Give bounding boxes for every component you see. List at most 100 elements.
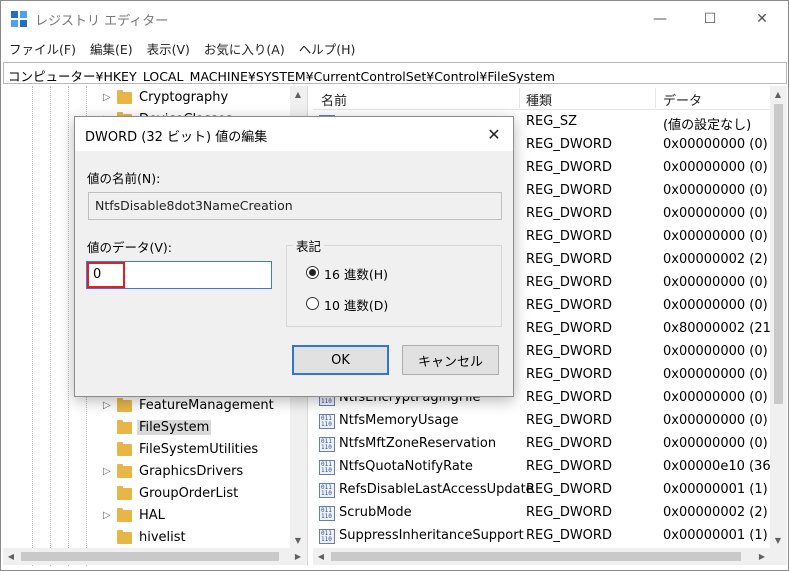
column-separator[interactable] (655, 88, 656, 108)
list-item[interactable]: 011 110 NtfsQuotaNotifyRate REG_DWORD 0x000… (313, 456, 779, 479)
menu-file[interactable]: ファイル(F) (9, 37, 76, 59)
list-item[interactable]: 011 110 RefsDisableLastAccessUpdate REG_DW… (313, 479, 771, 502)
value-data: 0x00000000 (0) (663, 275, 768, 290)
binary-value-icon: 011 110 (319, 437, 335, 452)
close-button[interactable]: ✕ (739, 1, 785, 37)
scroll-left-icon[interactable]: ◀ (3, 548, 19, 564)
folder-icon (117, 508, 132, 522)
binary-value-icon: 011 110 (319, 529, 335, 544)
tree-item-label: Cryptography (139, 90, 229, 105)
value-name: NtfsMftZoneReservation (339, 436, 497, 451)
list-item[interactable]: 011 110 ScrubMode REG_DWORD 0x00000002 (2) (313, 502, 771, 525)
chevron-right-icon[interactable]: ▷ (103, 399, 113, 413)
value-type: REG_DWORD (526, 436, 612, 451)
value-type: REG_DWORD (526, 275, 612, 290)
list-item[interactable]: 011 110 NtfsMemoryUsage REG_DWORD 0x0000000… (313, 410, 771, 433)
value-data: 0x00000002 (2) (663, 505, 768, 520)
radio-hex-label[interactable]: 16 進数(H) (324, 264, 388, 283)
menu-view[interactable]: 表示(V) (147, 37, 190, 59)
tree-item-grouporderlist[interactable]: GroupOrderList (3, 483, 293, 505)
menu-favorites[interactable]: お気に入り(A) (204, 37, 285, 59)
chevron-right-icon[interactable]: ▷ (103, 465, 113, 479)
radio-decimal[interactable] (306, 297, 319, 310)
scroll-down-icon[interactable]: ▼ (290, 532, 306, 548)
list-item[interactable]: 011 110 SuppressInheritanceSupport REG_DWO… (313, 525, 771, 548)
tree-horizontal-scrollbar[interactable]: ◀ ▶ (3, 548, 307, 565)
value-type: REG_DWORD (526, 252, 612, 267)
folder-icon (117, 442, 132, 456)
scroll-right-icon[interactable]: ▶ (290, 548, 306, 564)
value-type: REG_DWORD (526, 367, 612, 382)
value-type: REG_DWORD (526, 321, 612, 336)
menu-edit[interactable]: 編集(E) (90, 37, 133, 59)
scroll-up-icon[interactable]: ▲ (290, 86, 306, 102)
value-data: 0x00000000 (0) (663, 413, 768, 428)
value-type: REG_DWORD (526, 160, 612, 175)
minimize-button[interactable]: — (637, 1, 683, 37)
radio-decimal-label[interactable]: 10 進数(D) (324, 295, 388, 314)
scroll-up-icon[interactable]: ▲ (770, 86, 786, 102)
scroll-left-icon[interactable]: ◀ (313, 548, 329, 564)
tree-item-hivelist[interactable]: hivelist (3, 527, 293, 549)
tree-scroll-thumb[interactable] (21, 552, 279, 561)
tree-item-graphicsdrivers[interactable]: ▷ GraphicsDrivers (3, 461, 293, 483)
scroll-right-icon[interactable]: ▶ (754, 548, 770, 564)
edit-dword-dialog: DWORD (32 ビット) 値の編集 ✕ 値の名前(N): NtfsDisab… (74, 116, 514, 397)
value-name: NtfsMemoryUsage (339, 413, 459, 428)
registry-editor-icon (11, 11, 27, 27)
scroll-down-icon[interactable]: ▼ (770, 532, 786, 548)
tree-item-featuremanagement[interactable]: ▷ FeatureManagement (3, 395, 293, 417)
address-bar[interactable]: コンピューター¥HKEY_LOCAL_MACHINE¥SYSTEM¥Curren… (3, 62, 787, 84)
menu-bar: ファイル(F) 編集(E) 表示(V) お気に入り(A) ヘルプ(H) (1, 37, 788, 59)
value-data: 0x00000000 (0) (663, 160, 768, 175)
column-separator[interactable] (519, 88, 520, 108)
folder-icon (117, 464, 132, 478)
list-scroll-thumb[interactable] (331, 552, 741, 561)
value-type: REG_DWORD (526, 344, 612, 359)
list-item[interactable]: 011 110 NtfsMftZoneReservation REG_DWORD 0x… (313, 433, 771, 456)
value-data: 0x80000002 (214 (663, 321, 780, 336)
tree-item-hal[interactable]: ▷ HAL (3, 505, 293, 527)
column-header-type[interactable]: 種類 (526, 90, 552, 109)
folder-icon (117, 486, 132, 500)
value-name: SuppressInheritanceSupport (339, 528, 524, 543)
value-type: REG_DWORD (526, 505, 612, 520)
value-data: 0x00000e10 (360 (663, 459, 779, 474)
chevron-right-icon[interactable]: ▷ (103, 91, 113, 105)
dialog-close-button[interactable]: ✕ (483, 123, 505, 145)
value-type: REG_DWORD (526, 528, 612, 543)
tree-item-label: FeatureManagement (139, 398, 274, 413)
cancel-button[interactable]: キャンセル (402, 345, 499, 375)
value-type: REG_DWORD (526, 459, 612, 474)
title-bar: レジストリ エディター — ☐ ✕ (1, 1, 788, 37)
dialog-title-bar: DWORD (32 ビット) 値の編集 ✕ (75, 117, 513, 151)
maximize-button[interactable]: ☐ (687, 1, 733, 37)
value-type: REG_DWORD (526, 413, 612, 428)
list-scroll-thumb[interactable] (774, 104, 783, 404)
value-type: REG_DWORD (526, 137, 612, 152)
value-data-input[interactable]: 0 (86, 261, 272, 289)
value-name-field: NtfsDisable8dot3NameCreation (88, 192, 502, 220)
menu-help[interactable]: ヘルプ(H) (299, 37, 356, 59)
value-data: (値の設定なし) (663, 118, 752, 133)
value-name: ScrubMode (339, 505, 412, 520)
list-horizontal-scrollbar[interactable]: ◀ ▶ (313, 548, 787, 565)
value-type: REG_DWORD (526, 482, 612, 497)
binary-value-icon: 011 110 (319, 414, 335, 429)
tree-item-cryptography[interactable]: ▷ Cryptography (3, 87, 293, 109)
list-vertical-scrollbar[interactable]: ▲ ▼ (770, 86, 787, 548)
value-data: 0x00000000 (0) (663, 367, 768, 382)
tree-item-label: FileSystem (137, 420, 212, 435)
tree-item-filesystem[interactable]: FileSystem (3, 417, 293, 439)
column-header-data[interactable]: データ (663, 90, 702, 109)
ok-button[interactable]: OK (292, 345, 389, 375)
radix-group-label: 表記 (293, 236, 325, 255)
column-header-name[interactable]: 名前 (321, 90, 347, 109)
value-data: 0x00000000 (0) (663, 183, 768, 198)
radio-hex[interactable] (306, 266, 319, 279)
tree-item-filesystemutilities[interactable]: FileSystemUtilities (3, 439, 293, 461)
tree-item-label: FileSystemUtilities (139, 442, 259, 457)
folder-icon (117, 90, 132, 104)
value-data: 0x00000000 (0) (663, 206, 768, 221)
chevron-right-icon[interactable]: ▷ (103, 509, 113, 523)
